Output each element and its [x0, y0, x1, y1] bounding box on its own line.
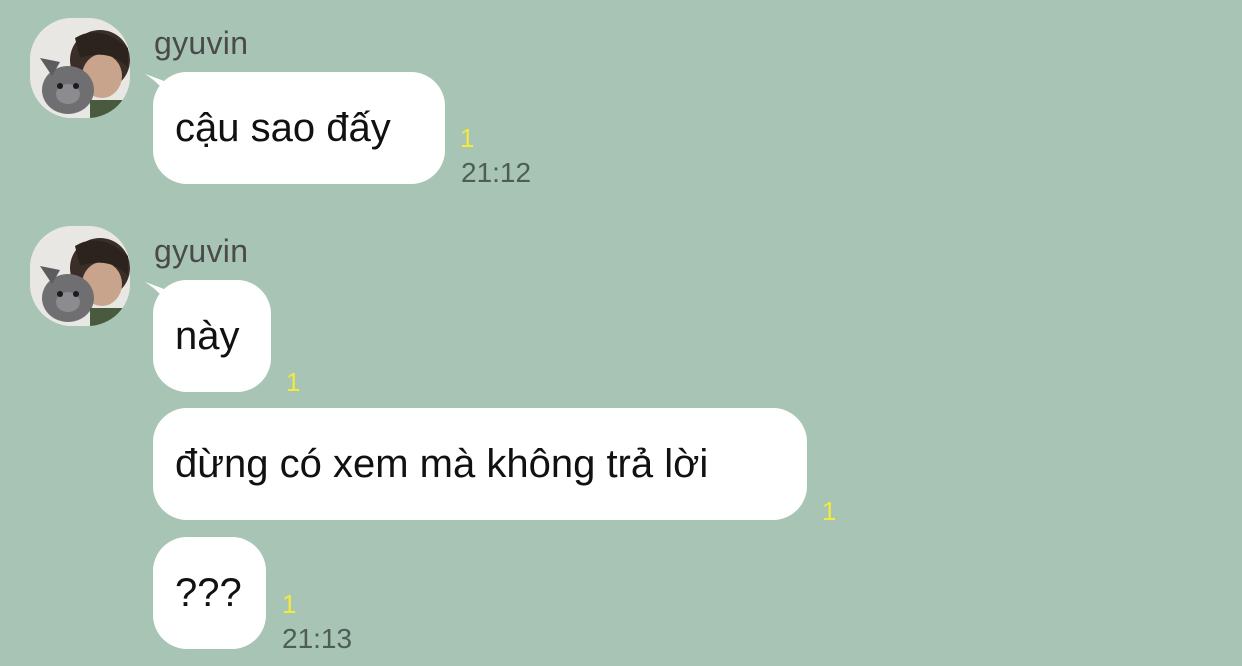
- sender-name: gyuvin: [154, 233, 249, 269]
- unread-count: 1: [282, 589, 297, 619]
- message-text: cậu sao đấy: [175, 105, 391, 150]
- profile-photo-icon: [30, 18, 130, 118]
- message-time: 21:12: [461, 157, 532, 188]
- message-bubble[interactable]: ???: [153, 537, 266, 649]
- message-text: này: [175, 313, 240, 358]
- unread-count: 1: [822, 496, 837, 526]
- sender-avatar[interactable]: [30, 18, 130, 118]
- message-text: ???: [175, 570, 242, 615]
- unread-count: 1: [460, 123, 475, 153]
- message-bubble[interactable]: đừng có xem mà không trả lời: [153, 408, 807, 520]
- profile-photo-icon: [30, 226, 130, 326]
- message-bubble[interactable]: cậu sao đấy: [153, 72, 445, 184]
- message-bubble[interactable]: này: [153, 280, 271, 392]
- unread-count: 1: [286, 367, 301, 397]
- sender-name: gyuvin: [154, 25, 249, 61]
- message-time: 21:13: [282, 623, 353, 654]
- message-text: đừng có xem mà không trả lời: [175, 441, 709, 486]
- sender-avatar[interactable]: [30, 226, 130, 326]
